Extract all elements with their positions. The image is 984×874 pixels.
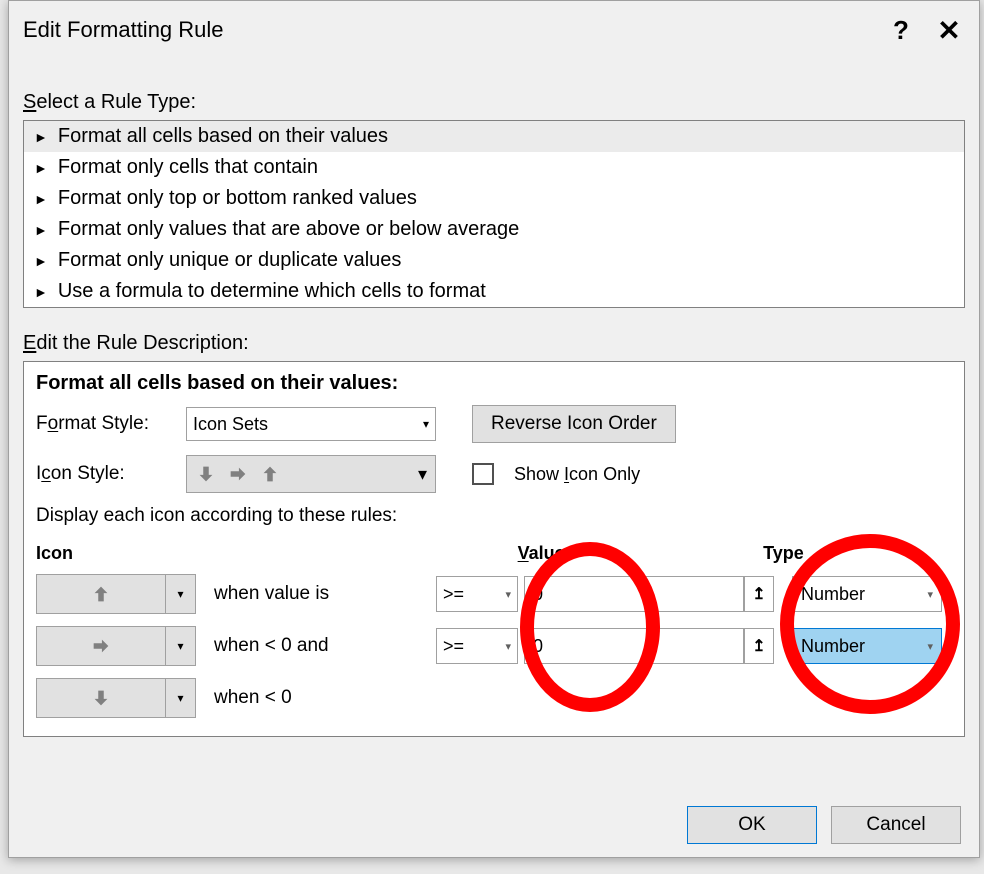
operator-combo[interactable]: >= ▾: [436, 576, 518, 612]
bullet-icon: ►: [34, 222, 48, 238]
chevron-down-icon: ▾: [165, 627, 195, 665]
when-label: when < 0: [196, 687, 436, 709]
icon-style-label: Icon Style:: [36, 463, 176, 485]
reverse-icon-order-button[interactable]: Reverse Icon Order: [472, 405, 676, 443]
bullet-icon: ►: [34, 160, 48, 176]
format-style-combo[interactable]: Icon Sets ▾: [186, 407, 436, 441]
value-input[interactable]: 0: [524, 576, 744, 612]
arrow-down-icon: [195, 463, 217, 485]
edit-rule-description-label: Edit the Rule Description:: [23, 332, 965, 355]
dialog-footer: OK Cancel: [9, 793, 979, 857]
titlebar: Edit Formatting Rule ? ✕: [9, 1, 979, 59]
rule-description-heading: Format all cells based on their values:: [36, 372, 952, 395]
arrow-right-icon: [227, 463, 249, 485]
chevron-down-icon: ▾: [927, 640, 933, 653]
rule-type-item[interactable]: ► Format all cells based on their values: [24, 121, 964, 152]
range-select-button[interactable]: ↥: [744, 628, 774, 664]
chevron-down-icon: ▾: [165, 575, 195, 613]
ok-button[interactable]: OK: [687, 806, 817, 844]
when-label: when value is: [196, 583, 436, 605]
operator-combo[interactable]: >= ▾: [436, 628, 518, 664]
rule-type-item[interactable]: ► Use a formula to determine which cells…: [24, 276, 964, 307]
chevron-down-icon: ▾: [418, 464, 427, 485]
dialog-title: Edit Formatting Rule: [23, 17, 877, 43]
bullet-icon: ►: [34, 253, 48, 269]
column-header-icon: Icon: [36, 543, 225, 564]
chevron-down-icon: ▾: [165, 679, 195, 717]
chevron-down-icon: ▾: [505, 640, 511, 653]
show-icon-only-checkbox[interactable]: [472, 463, 494, 485]
icon-rule-row: ▾ when value is >= ▾ 0 ↥ Number ▾: [36, 572, 952, 616]
type-combo[interactable]: Number ▾: [792, 628, 942, 664]
select-rule-type-label: Select a Rule Type:: [23, 91, 965, 114]
rule-type-item[interactable]: ► Format only cells that contain: [24, 152, 964, 183]
rule-type-item[interactable]: ► Format only unique or duplicate values: [24, 245, 964, 276]
column-header-value: Value: [518, 543, 764, 564]
rule-type-item[interactable]: ► Format only top or bottom ranked value…: [24, 183, 964, 214]
rule-type-list[interactable]: ► Format all cells based on their values…: [23, 120, 965, 308]
bullet-icon: ►: [34, 129, 48, 145]
rule-type-item[interactable]: ► Format only values that are above or b…: [24, 214, 964, 245]
column-header-type: Type: [763, 543, 952, 564]
help-button[interactable]: ?: [877, 15, 925, 46]
chevron-down-icon: ▾: [423, 417, 429, 431]
value-input[interactable]: 0: [524, 628, 744, 664]
bullet-icon: ►: [34, 284, 48, 300]
display-each-label: Display each icon according to these rul…: [36, 505, 952, 527]
icon-picker[interactable]: ▾: [36, 574, 196, 614]
arrow-up-icon: [90, 583, 112, 605]
close-button[interactable]: ✕: [925, 14, 973, 47]
arrow-down-icon: [90, 687, 112, 709]
icon-picker[interactable]: ▾: [36, 678, 196, 718]
icon-picker[interactable]: ▾: [36, 626, 196, 666]
icon-style-combo[interactable]: ▾: [186, 455, 436, 493]
chevron-down-icon: ▾: [927, 588, 933, 601]
rule-description-box: Format all cells based on their values: …: [23, 361, 965, 737]
type-combo[interactable]: Number ▾: [792, 576, 942, 612]
icon-rule-row: ▾ when < 0: [36, 676, 952, 720]
cancel-button[interactable]: Cancel: [831, 806, 961, 844]
format-style-label: Format Style:: [36, 413, 176, 435]
arrow-up-icon: [259, 463, 281, 485]
when-label: when < 0 and: [196, 635, 436, 657]
show-icon-only-label: Show Icon Only: [514, 464, 640, 485]
icon-rule-row: ▾ when < 0 and >= ▾ 0 ↥ Number ▾: [36, 624, 952, 668]
bullet-icon: ►: [34, 191, 48, 207]
edit-formatting-rule-dialog: Edit Formatting Rule ? ✕ Select a Rule T…: [8, 0, 980, 858]
range-select-button[interactable]: ↥: [744, 576, 774, 612]
chevron-down-icon: ▾: [505, 588, 511, 601]
arrow-right-icon: [90, 635, 112, 657]
